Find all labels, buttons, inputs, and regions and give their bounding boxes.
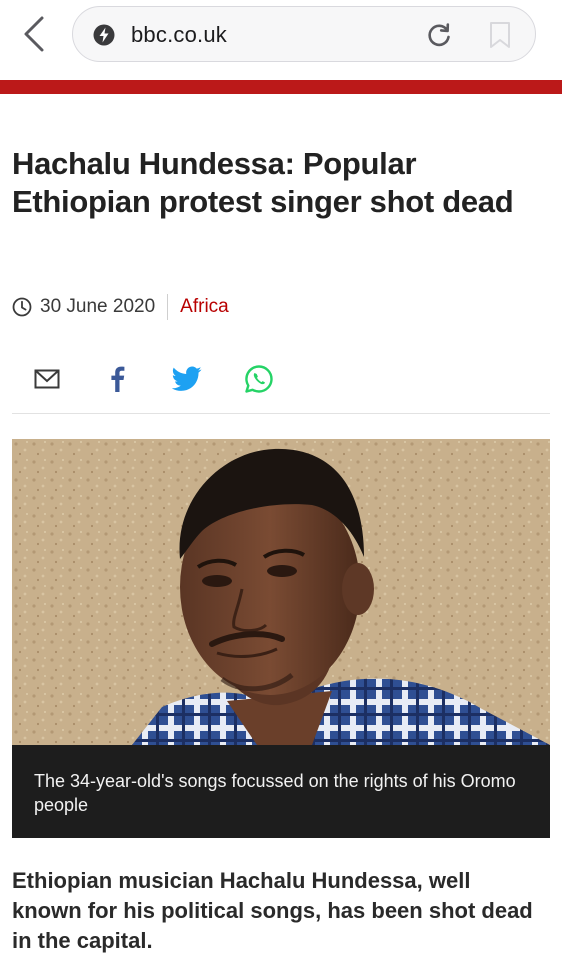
section-link[interactable]: Africa	[180, 296, 229, 318]
whatsapp-icon	[245, 365, 273, 393]
email-icon	[34, 369, 60, 389]
article-date: 30 June 2020	[40, 296, 156, 317]
back-button[interactable]	[18, 14, 52, 54]
share-divider	[12, 413, 550, 414]
address-bar[interactable]: bbc.co.uk	[72, 6, 536, 62]
reload-icon	[428, 23, 450, 47]
share-twitter-button[interactable]	[172, 364, 202, 394]
facebook-icon	[111, 366, 125, 392]
clock-icon	[12, 297, 32, 317]
reload-button[interactable]	[425, 21, 453, 49]
article-meta: 30 June 2020 Africa	[12, 293, 229, 321]
url-text: bbc.co.uk	[131, 22, 227, 47]
portrait-image	[12, 439, 550, 745]
brand-bar	[0, 80, 562, 94]
meta-divider	[167, 294, 169, 320]
share-whatsapp-button[interactable]	[244, 364, 274, 394]
article-headline: Hachalu Hundessa: Popular Ethiopian prot…	[12, 146, 514, 219]
bolt-icon	[93, 24, 115, 46]
bookmark-icon	[490, 22, 510, 48]
bookmark-button[interactable]	[487, 21, 513, 49]
article-photo	[12, 439, 550, 745]
twitter-icon	[172, 366, 202, 391]
share-facebook-button[interactable]	[102, 364, 132, 394]
chevron-left-icon	[24, 16, 44, 52]
share-email-button[interactable]	[32, 364, 62, 394]
image-caption: The 34-year-old's songs focussed on the …	[12, 745, 550, 838]
image-caption-text: The 34-year-old's songs focussed on the …	[34, 771, 516, 815]
article-summary: Ethiopian musician Hachalu Hundessa, wel…	[12, 868, 533, 953]
browser-toolbar: bbc.co.uk	[0, 0, 562, 78]
